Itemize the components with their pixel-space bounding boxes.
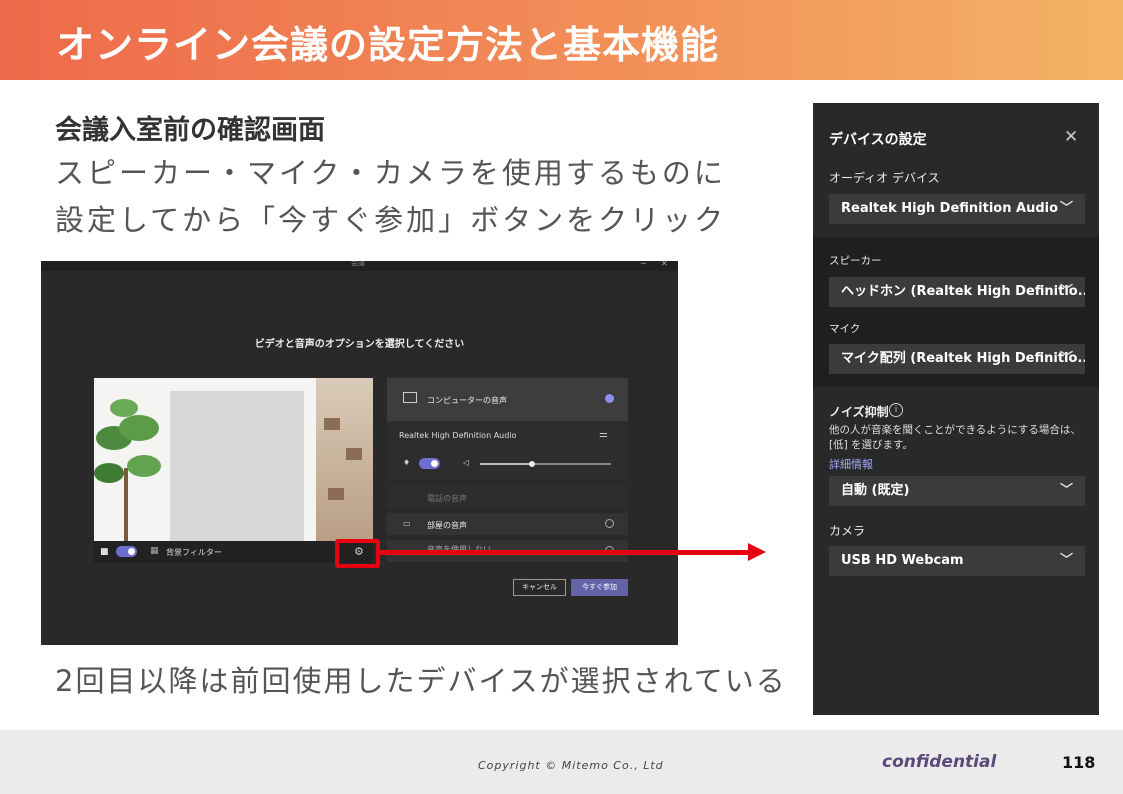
selected-check-icon (605, 394, 614, 403)
speaker-label: スピーカー (829, 255, 882, 267)
camera-icon: ■ (100, 547, 109, 557)
chevron-down-icon: ﹀ (1059, 201, 1073, 216)
audio-device-label: オーディオ デバイス (829, 171, 940, 185)
noise-suppression-select[interactable]: 自動 (既定) ﹀ (829, 476, 1085, 506)
background-filter-label[interactable]: 背景フィルター (166, 547, 222, 558)
mic-label: マイク (829, 323, 861, 335)
instruction-line-2: 設定してから「今すぐ参加」ボタンをクリック (55, 203, 727, 237)
volume-slider-knob[interactable] (529, 461, 536, 467)
instruction-line-1: スピーカー・マイク・カメラを使用するものに (55, 156, 726, 190)
volume-slider-fill (480, 463, 533, 465)
computer-audio-details: Realtek High Definition Audio ⚌ ♦ ◁ (387, 421, 628, 479)
video-preview (94, 378, 373, 541)
close-icon[interactable]: ✕ (661, 261, 668, 268)
noise-suppression-label: ノイズ抑制 (829, 405, 889, 419)
slide-footer: Copyright © Mitemo Co., Ltd confidential… (0, 730, 1123, 794)
preview-toolbar: ■ ▦ 背景フィルター ⚙ (94, 541, 373, 563)
gear-highlight-box (335, 539, 380, 568)
info-icon[interactable]: i (889, 403, 903, 417)
join-now-button[interactable]: 今すぐ参加 (571, 579, 628, 596)
page-number: 118 (1062, 753, 1096, 772)
cancel-button[interactable]: キャンセル (513, 579, 566, 596)
microphone-icon: ♦ (403, 458, 411, 467)
device-settings-panel: デバイスの設定 ✕ オーディオ デバイス Realtek High Defini… (813, 103, 1099, 715)
audio-device-name: Realtek High Definition Audio (399, 431, 517, 440)
room-audio-icon: ▭ (403, 519, 411, 528)
speaker-icon: ◁ (463, 458, 470, 467)
room-audio-option[interactable]: ▭ 部屋の音声 (387, 513, 628, 535)
camera-value: USB HD Webcam (841, 553, 964, 568)
chevron-down-icon: ﹀ (1059, 351, 1073, 366)
teams-heading: ビデオと音声のオプションを選択してください (254, 339, 465, 350)
confidential-label: confidential (882, 752, 997, 772)
computer-audio-label: コンピューターの音声 (427, 396, 507, 405)
plant-image (94, 399, 161, 541)
phone-audio-label: 電話の音声 (427, 494, 467, 503)
audio-device-value: Realtek High Definition Audio (841, 201, 1059, 216)
microphone-toggle[interactable] (419, 458, 440, 469)
teams-window-title: 会議 (351, 261, 365, 267)
teams-title-bar: 会議 ─ ✕ (41, 261, 678, 271)
room-audio-label: 部屋の音声 (427, 521, 467, 530)
mic-select[interactable]: マイク配列 (Realtek High Definitio... ﹀ (829, 344, 1085, 374)
callout-arrow-head (748, 543, 766, 561)
teams-prejoin-screenshot: 会議 ─ ✕ ビデオと音声のオプションを選択してください ■ ▦ 背景フィルター… (41, 261, 678, 645)
masked-person (170, 391, 304, 541)
camera-select[interactable]: USB HD Webcam ﹀ (829, 546, 1085, 576)
callout-arrow-line (380, 550, 752, 555)
noise-suppression-description: 他の人が音楽を聞くことができるようにする場合は、[低] を選びます。 (829, 424, 1081, 451)
room-audio-radio[interactable] (605, 519, 614, 528)
device-memory-note: 2回目以降は前回使用したデバイスが選択されている (55, 664, 787, 698)
mic-value: マイク配列 (Realtek High Definitio... (841, 351, 1085, 366)
computer-icon (403, 392, 417, 403)
chevron-down-icon: ﹀ (1059, 553, 1073, 568)
close-icon[interactable]: ✕ (1064, 127, 1078, 147)
chevron-down-icon: ﹀ (1059, 483, 1073, 498)
speaker-select[interactable]: ヘッドホン (Realtek High Definitio... ﹀ (829, 277, 1085, 307)
section-subtitle: 会議入室前の確認画面 (55, 115, 325, 146)
audio-settings-icon[interactable]: ⚌ (599, 429, 608, 440)
audio-device-select[interactable]: Realtek High Definition Audio ﹀ (829, 194, 1085, 224)
bookshelf-image (316, 378, 373, 541)
copyright-text: Copyright © Mitemo Co., Ltd (478, 759, 664, 772)
details-link[interactable]: 詳細情報 (829, 456, 873, 472)
camera-label: カメラ (829, 524, 866, 538)
computer-audio-option[interactable]: コンピューターの音声 (387, 378, 628, 421)
minimize-icon[interactable]: ─ (641, 261, 646, 268)
background-filter-icon[interactable]: ▦ (150, 546, 159, 556)
phone-audio-option[interactable]: 電話の音声 (387, 486, 628, 508)
slide-title: オンライン会議の設定方法と基本機能 (56, 23, 720, 67)
slide-header: オンライン会議の設定方法と基本機能 (0, 0, 1123, 80)
noise-suppression-value: 自動 (既定) (841, 483, 910, 498)
chevron-down-icon: ﹀ (1059, 284, 1073, 299)
speaker-value: ヘッドホン (Realtek High Definitio... (841, 284, 1085, 299)
volume-slider[interactable] (480, 461, 611, 467)
camera-toggle[interactable] (116, 546, 137, 557)
device-settings-title: デバイスの設定 (829, 132, 927, 148)
